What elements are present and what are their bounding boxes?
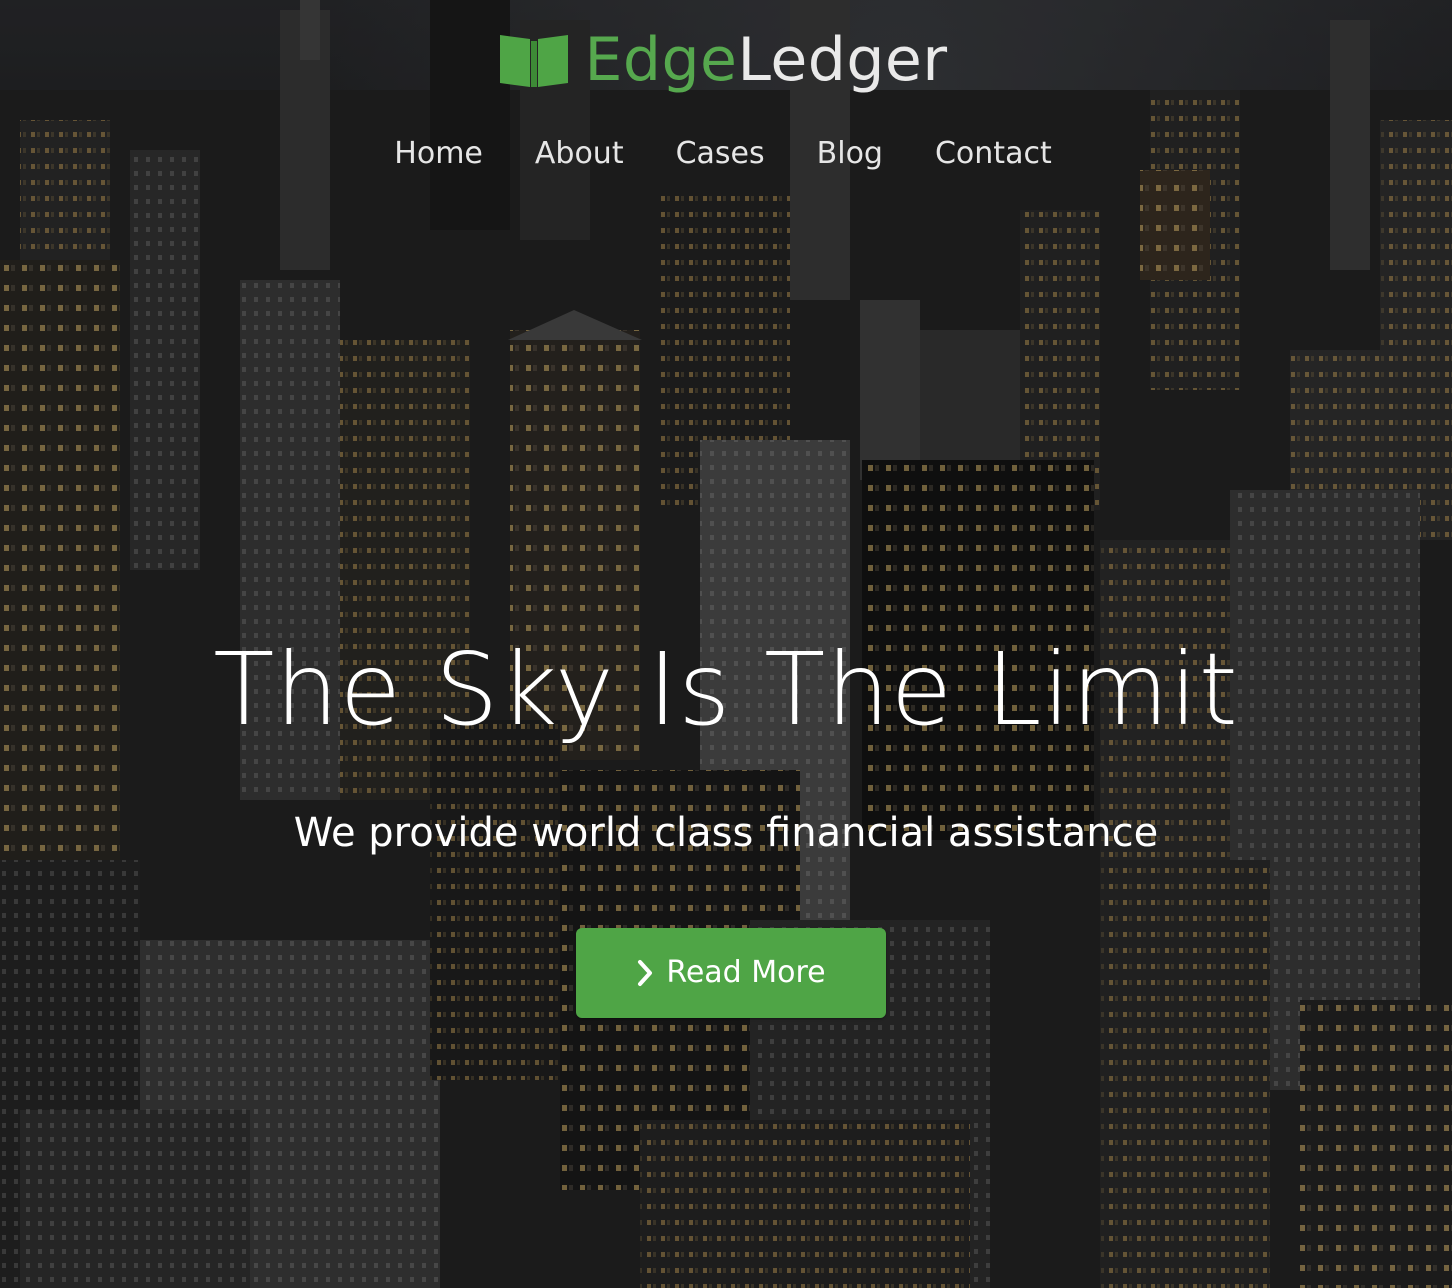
nav-item-about[interactable]: About <box>535 134 624 174</box>
hero-subheadline: We provide world class financial assista… <box>293 810 1159 856</box>
site-header: EdgeLedger <box>0 22 1452 98</box>
read-more-label: Read More <box>666 955 826 990</box>
nav-item-contact[interactable]: Contact <box>935 134 1052 174</box>
hero-section: EdgeLedger Home About Cases Blog Contact… <box>0 0 1452 1288</box>
nav-item-blog[interactable]: Blog <box>817 134 883 174</box>
brand-logo-link[interactable]: EdgeLedger <box>498 22 947 98</box>
brand-name-ledger: Ledger <box>737 25 948 95</box>
nav-item-home[interactable]: Home <box>394 134 483 174</box>
hero-headline: The Sky Is The Limit <box>213 631 1239 748</box>
cta-container: Read More <box>0 928 1452 1018</box>
nav-list: Home About Cases Blog Contact <box>394 134 1051 174</box>
read-more-button[interactable]: Read More <box>576 928 886 1018</box>
brand-name-edge: Edge <box>584 25 738 95</box>
chevron-right-icon <box>638 960 653 986</box>
brand-name: EdgeLedger <box>584 22 947 98</box>
main-navigation: Home About Cases Blog Contact <box>0 134 1452 174</box>
open-book-icon <box>500 35 569 87</box>
nav-item-cases[interactable]: Cases <box>676 134 765 174</box>
